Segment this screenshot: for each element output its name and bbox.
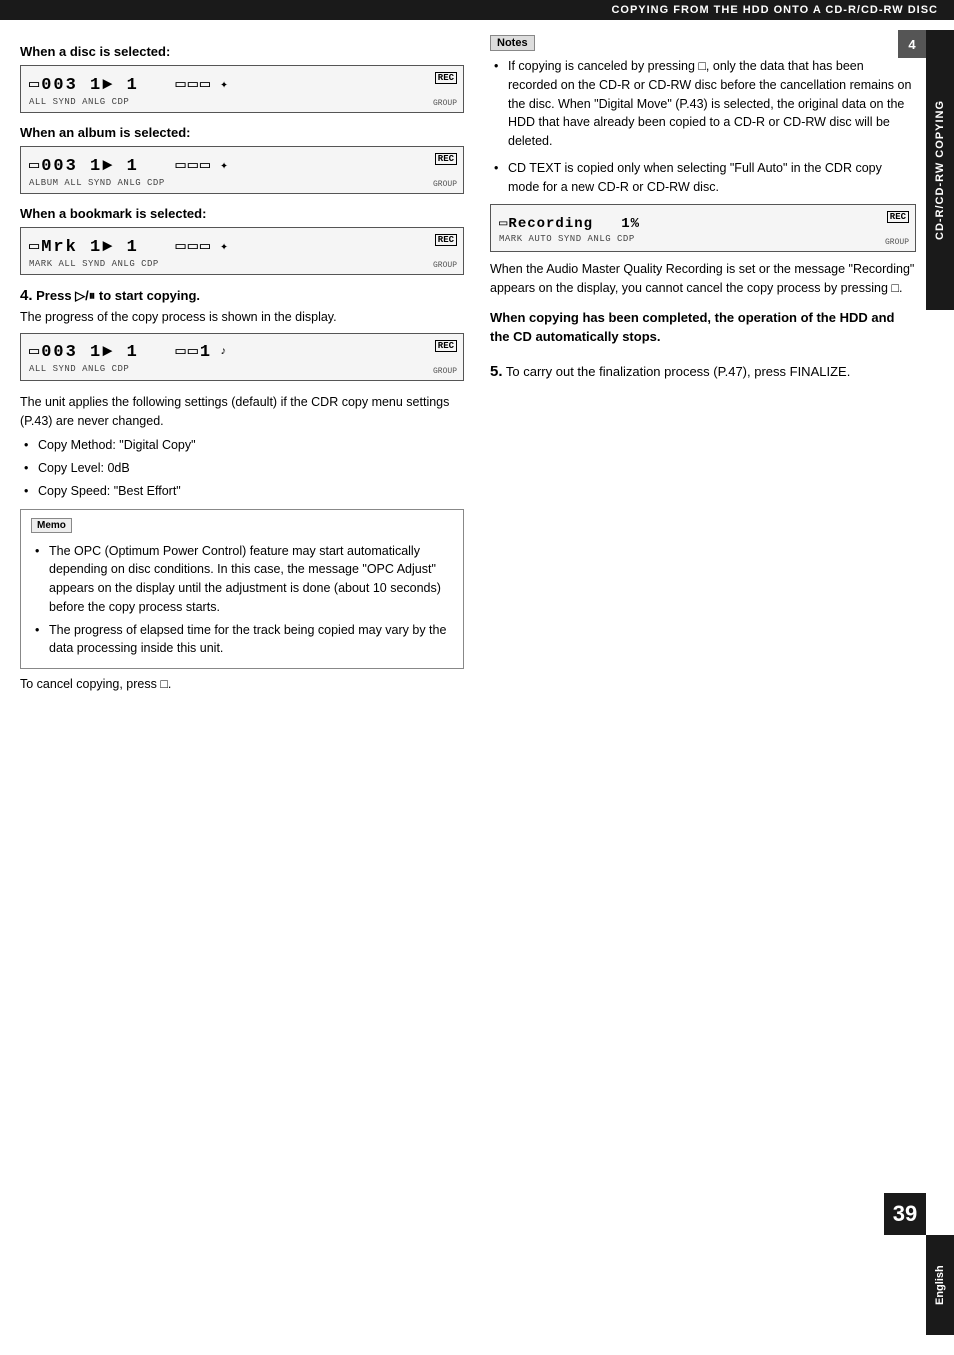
list-item: CD TEXT is copied only when selecting "F… xyxy=(494,159,916,197)
bookmark-display: REC ▭Mrk 1► 1 ▭▭▭ ✦ MARK ALL SYND ANLG C… xyxy=(20,227,464,275)
list-item: The OPC (Optimum Power Control) feature … xyxy=(35,542,453,617)
list-item: If copying is canceled by pressing □, on… xyxy=(494,57,916,151)
default-settings-intro: The unit applies the following settings … xyxy=(20,393,464,431)
chapter-number: 4 xyxy=(908,37,915,52)
chapter-badge: 4 xyxy=(898,30,926,58)
memo-box: Memo The OPC (Optimum Power Control) fea… xyxy=(20,509,464,670)
bottom-sidebar: English xyxy=(926,1235,954,1335)
step5-number: 5. xyxy=(490,363,503,380)
album-display-sub: ALBUM ALL SYND ANLG CDP xyxy=(29,178,453,188)
step4-body: The progress of the copy process is show… xyxy=(20,308,464,327)
step4-display-sub: ALL SYND ANLG CDP xyxy=(29,364,453,374)
right-sidebar: CD-R/CD-RW COPYING xyxy=(926,30,954,310)
step4-display: REC ▭003 1► 1 ▭▭1 ♪ ALL SYND ANLG CDP GR… xyxy=(20,333,464,381)
recording-display-sub: MARK AUTO SYND ANLG CDP xyxy=(499,234,905,244)
default-settings-list: Copy Method: "Digital Copy" Copy Level: … xyxy=(20,436,464,500)
bookmark-selected-heading: When a bookmark is selected: xyxy=(20,206,464,221)
page-number: 39 xyxy=(884,1193,926,1235)
header-title: COPYING FROM THE HDD ONTO A CD-R/CD-RW D… xyxy=(611,4,938,16)
recording-display: REC ▭Recording 1% MARK AUTO SYND ANLG CD… xyxy=(490,204,916,252)
bookmark-display-sub: MARK ALL SYND ANLG CDP xyxy=(29,259,453,269)
header-bar: COPYING FROM THE HDD ONTO A CD-R/CD-RW D… xyxy=(0,0,954,20)
right-sidebar-label: CD-R/CD-RW COPYING xyxy=(934,100,946,240)
step4-heading: 4. Press ▷/⏸ to start copying. xyxy=(20,287,464,304)
notes-bullets: If copying is canceled by pressing □, on… xyxy=(490,57,916,196)
notes-label: Notes xyxy=(490,35,535,51)
list-item: The progress of elapsed time for the tra… xyxy=(35,621,453,659)
step4-number: 4. xyxy=(20,287,33,304)
bottom-sidebar-label: English xyxy=(934,1265,946,1305)
disc-rec-badge: REC xyxy=(435,72,457,84)
list-item: Copy Level: 0dB xyxy=(24,459,464,478)
disc-display-sub: ALL SYND ANLG CDP xyxy=(29,97,453,107)
album-display-main: ▭003 1► 1 ▭▭▭ ✦ xyxy=(29,155,453,176)
step4-display-main: ▭003 1► 1 ▭▭1 ♪ xyxy=(29,341,453,362)
disc-group-badge: GROUP xyxy=(433,99,457,108)
step4-group-badge: GROUP xyxy=(433,367,457,376)
album-display: REC ▭003 1► 1 ▭▭▭ ✦ ALBUM ALL SYND ANLG … xyxy=(20,146,464,194)
album-rec-badge: REC xyxy=(435,153,457,165)
bookmark-group-badge: GROUP xyxy=(433,261,457,270)
left-column: When a disc is selected: REC ▭003 1► 1 ▭… xyxy=(0,20,480,701)
disc-selected-heading: When a disc is selected: xyxy=(20,44,464,59)
recording-group-badge: GROUP xyxy=(885,238,909,247)
main-content: When a disc is selected: REC ▭003 1► 1 ▭… xyxy=(0,20,926,701)
disc-display-main: ▭003 1► 1 ▭▭▭ ✦ xyxy=(29,74,453,95)
step4-rec-badge: REC xyxy=(435,340,457,352)
album-group-badge: GROUP xyxy=(433,180,457,189)
recording-display-main: ▭Recording 1% xyxy=(499,215,905,232)
cancel-note: To cancel copying, press □. xyxy=(20,677,464,691)
memo-label: Memo xyxy=(31,518,72,533)
list-item: Copy Method: "Digital Copy" xyxy=(24,436,464,455)
album-selected-heading: When an album is selected: xyxy=(20,125,464,140)
list-item: Copy Speed: "Best Effort" xyxy=(24,482,464,501)
bookmark-rec-badge: REC xyxy=(435,234,457,246)
step5: 5. To carry out the finalization process… xyxy=(490,361,916,384)
completed-heading: When copying has been completed, the ope… xyxy=(490,308,916,347)
step4-label: Press ▷/⏸ to start copying. xyxy=(36,288,200,303)
step5-text: To carry out the finalization process (P… xyxy=(506,364,850,379)
memo-bullets: The OPC (Optimum Power Control) feature … xyxy=(31,542,453,659)
recording-rec-badge: REC xyxy=(887,211,909,223)
bookmark-display-main: ▭Mrk 1► 1 ▭▭▭ ✦ xyxy=(29,236,453,257)
recording-note: When the Audio Master Quality Recording … xyxy=(490,260,916,298)
disc-display: REC ▭003 1► 1 ▭▭▭ ✦ ALL SYND ANLG CDP GR… xyxy=(20,65,464,113)
right-column: Notes If copying is canceled by pressing… xyxy=(480,20,926,701)
